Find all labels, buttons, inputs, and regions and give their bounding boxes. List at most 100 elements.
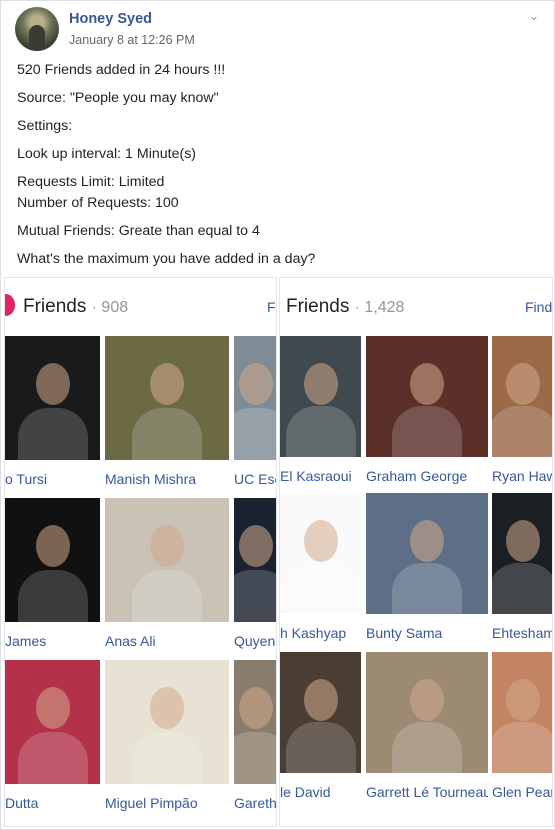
post-timestamp[interactable]: January 8 at 12:26 PM [69,33,195,47]
find-friends-link[interactable]: Fi [267,299,276,315]
friend-tile[interactable]: UC Esc [234,336,276,504]
friend-tile[interactable]: Bunty Sama [366,493,488,658]
person-torso [392,722,462,773]
friends-count: · 908 [91,299,129,316]
friends-icon [5,294,15,316]
friend-tile[interactable]: Garrett Lé Tourneau [366,652,488,817]
friend-photo[interactable] [5,336,100,460]
friend-name[interactable]: Anas Ali [105,632,229,651]
friend-photo[interactable] [234,336,276,460]
person-silhouette [239,687,273,730]
friend-tile[interactable]: Ryan Haw [492,336,552,501]
friend-photo[interactable] [280,493,361,614]
friend-photo[interactable] [280,652,361,773]
post-line: 520 Friends added in 24 hours !!! [17,62,226,78]
person-torso [392,563,462,614]
person-silhouette [150,687,184,730]
chevron-down-icon[interactable]: ⌄ [527,9,541,23]
friends-title: Friends [286,296,350,317]
friends-screenshot-right[interactable]: Friends · 1,428 Find El Kasraoui Graham G… [279,277,553,827]
friend-name[interactable]: Garrett Lé Tourneau [366,783,488,802]
person-torso [234,569,276,622]
friend-name[interactable]: Bunty Sama [366,624,488,643]
friend-tile[interactable]: h Kashyap [280,493,361,658]
person-silhouette [35,363,70,406]
friend-tile[interactable]: Glen Pear [492,652,552,817]
post-line: Number of Requests: 100 [17,195,179,211]
friend-name[interactable]: o Tursi [5,470,100,489]
person-silhouette [303,678,338,721]
friend-photo[interactable] [5,498,100,622]
friend-tile[interactable]: Gareth [234,660,276,826]
friend-name[interactable]: UC Esc [234,470,276,489]
friend-photo[interactable] [492,493,552,614]
person-silhouette [506,362,540,405]
friend-name[interactable]: Gareth [234,794,276,813]
friend-name[interactable]: Ryan Haw [492,467,552,486]
friend-photo[interactable] [492,336,552,457]
friend-tile[interactable]: James [5,498,100,666]
friend-photo[interactable] [492,652,552,773]
post-header: Honey Syed January 8 at 12:26 PM ⌄ [15,7,545,53]
post-line: Look up interval: 1 Minute(s) [17,146,197,162]
person-silhouette [150,363,184,406]
friend-tile[interactable]: Dutta [5,660,100,826]
person-silhouette [35,687,70,730]
friend-photo[interactable] [366,652,488,773]
friend-name[interactable]: Manish Mishra [105,470,229,489]
friend-photo[interactable] [105,498,229,622]
friend-photo[interactable] [280,336,361,457]
avatar[interactable] [15,7,59,51]
person-torso [17,407,88,460]
friends-header: Friends · 908 Fi [5,278,276,334]
person-torso [132,569,202,622]
person-silhouette [150,525,184,568]
friend-photo[interactable] [5,660,100,784]
friend-name[interactable]: Quyen [234,632,276,651]
person-torso [17,569,88,622]
friend-name[interactable]: Dutta [5,794,100,813]
person-silhouette [303,519,338,562]
friend-name[interactable]: El Kasraoui [280,467,361,486]
post-line: Requests Limit: Limited [17,174,165,190]
post-line: Settings: [17,118,73,134]
friend-tile[interactable]: Miguel Pimpão [105,660,229,826]
friend-name[interactable]: Glen Pear [492,783,552,802]
friend-name[interactable]: James [5,632,100,651]
person-silhouette [303,362,338,405]
friends-title: Friends [23,296,87,317]
person-torso [132,407,202,460]
person-silhouette [239,363,273,406]
friend-name[interactable]: Miguel Pimpão [105,794,229,813]
friend-tile[interactable]: Anas Ali [105,498,229,666]
friend-photo[interactable] [105,660,229,784]
friend-photo[interactable] [366,493,488,614]
friends-screenshot-left[interactable]: Friends · 908 Fi o Tursi Manish Mishra UC … [4,277,277,827]
person-torso [492,722,552,773]
find-friends-link[interactable]: Find [525,299,552,315]
friend-photo[interactable] [366,336,488,457]
person-silhouette [239,525,273,568]
friend-tile[interactable]: Manish Mishra [105,336,229,504]
person-torso [285,563,356,614]
friend-tile[interactable]: El Kasraoui [280,336,361,501]
person-torso [234,407,276,460]
person-torso [392,406,462,457]
friend-photo[interactable] [105,336,229,460]
friend-name[interactable]: le David [280,783,361,802]
post-line: Mutual Friends: Greate than equal to 4 [17,223,260,239]
post-text: 520 Friends added in 24 hours !!! Source… [17,61,537,269]
person-silhouette [410,519,444,562]
friend-photo[interactable] [234,660,276,784]
author-name[interactable]: Honey Syed [69,11,152,27]
friend-name[interactable]: h Kashyap [280,624,361,643]
person-silhouette [35,525,70,568]
friend-tile[interactable]: le David [280,652,361,817]
friend-name[interactable]: Ehtesham [492,624,552,643]
friend-name[interactable]: Graham George [366,467,488,486]
friend-tile[interactable]: Ehtesham [492,493,552,658]
friend-tile[interactable]: Quyen [234,498,276,666]
friend-tile[interactable]: o Tursi [5,336,100,504]
friend-tile[interactable]: Graham George [366,336,488,501]
friend-photo[interactable] [234,498,276,622]
